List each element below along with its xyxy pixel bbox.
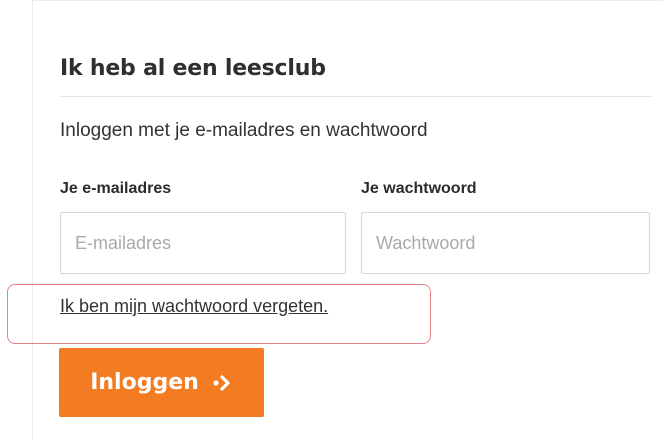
section-subtitle: Inloggen met je e-mailadres en wachtwoor…: [60, 120, 428, 141]
login-button-label: Inloggen: [90, 370, 199, 395]
section-title: Ik heb al een leesclub: [60, 56, 326, 81]
divider: [60, 96, 651, 97]
email-label: Je e-mailadres: [60, 180, 172, 197]
password-field[interactable]: [361, 212, 650, 274]
forgot-password-link[interactable]: Ik ben mijn wachtwoord vergeten.: [60, 296, 328, 317]
arrow-right-dotted-icon: [213, 374, 233, 391]
password-label: Je wachtwoord: [361, 180, 477, 197]
login-button[interactable]: Inloggen: [59, 348, 264, 417]
email-field[interactable]: [60, 212, 346, 274]
